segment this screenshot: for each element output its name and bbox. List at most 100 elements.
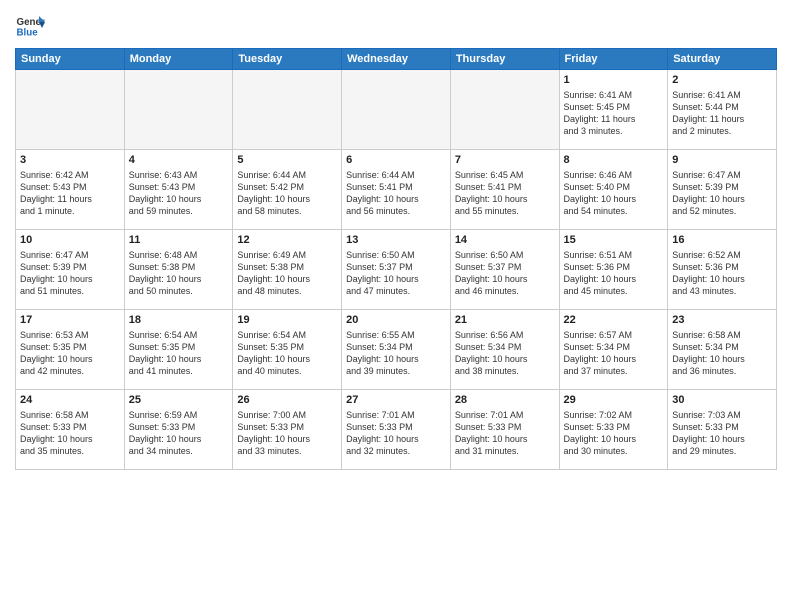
day-number: 5 [237,153,337,168]
day-info: Sunrise: 6:44 AM Sunset: 5:41 PM Dayligh… [346,169,446,218]
calendar-cell: 15Sunrise: 6:51 AM Sunset: 5:36 PM Dayli… [559,230,668,310]
calendar-cell: 24Sunrise: 6:58 AM Sunset: 5:33 PM Dayli… [16,390,125,470]
weekday-header-wednesday: Wednesday [342,49,451,70]
day-info: Sunrise: 6:56 AM Sunset: 5:34 PM Dayligh… [455,329,555,378]
day-info: Sunrise: 6:51 AM Sunset: 5:36 PM Dayligh… [564,249,664,298]
calendar-cell: 26Sunrise: 7:00 AM Sunset: 5:33 PM Dayli… [233,390,342,470]
calendar-table: SundayMondayTuesdayWednesdayThursdayFrid… [15,48,777,470]
week-row-4: 17Sunrise: 6:53 AM Sunset: 5:35 PM Dayli… [16,310,777,390]
calendar-cell: 22Sunrise: 6:57 AM Sunset: 5:34 PM Dayli… [559,310,668,390]
day-number: 15 [564,233,664,248]
day-info: Sunrise: 6:41 AM Sunset: 5:44 PM Dayligh… [672,89,772,138]
day-info: Sunrise: 6:55 AM Sunset: 5:34 PM Dayligh… [346,329,446,378]
logo: General Blue [15,10,45,40]
day-number: 21 [455,313,555,328]
day-info: Sunrise: 6:42 AM Sunset: 5:43 PM Dayligh… [20,169,120,218]
calendar-cell: 29Sunrise: 7:02 AM Sunset: 5:33 PM Dayli… [559,390,668,470]
weekday-header-thursday: Thursday [450,49,559,70]
weekday-header-monday: Monday [124,49,233,70]
day-number: 13 [346,233,446,248]
calendar-cell: 5Sunrise: 6:44 AM Sunset: 5:42 PM Daylig… [233,150,342,230]
calendar-cell: 13Sunrise: 6:50 AM Sunset: 5:37 PM Dayli… [342,230,451,310]
day-info: Sunrise: 7:01 AM Sunset: 5:33 PM Dayligh… [346,409,446,458]
calendar-cell: 1Sunrise: 6:41 AM Sunset: 5:45 PM Daylig… [559,70,668,150]
calendar-cell: 4Sunrise: 6:43 AM Sunset: 5:43 PM Daylig… [124,150,233,230]
day-number: 26 [237,393,337,408]
day-number: 20 [346,313,446,328]
day-number: 3 [20,153,120,168]
calendar-cell: 21Sunrise: 6:56 AM Sunset: 5:34 PM Dayli… [450,310,559,390]
day-info: Sunrise: 7:00 AM Sunset: 5:33 PM Dayligh… [237,409,337,458]
day-info: Sunrise: 6:54 AM Sunset: 5:35 PM Dayligh… [129,329,229,378]
day-number: 16 [672,233,772,248]
day-number: 19 [237,313,337,328]
day-number: 29 [564,393,664,408]
calendar-cell: 12Sunrise: 6:49 AM Sunset: 5:38 PM Dayli… [233,230,342,310]
day-info: Sunrise: 6:50 AM Sunset: 5:37 PM Dayligh… [346,249,446,298]
week-row-3: 10Sunrise: 6:47 AM Sunset: 5:39 PM Dayli… [16,230,777,310]
week-row-5: 24Sunrise: 6:58 AM Sunset: 5:33 PM Dayli… [16,390,777,470]
day-info: Sunrise: 6:59 AM Sunset: 5:33 PM Dayligh… [129,409,229,458]
day-number: 22 [564,313,664,328]
day-number: 7 [455,153,555,168]
day-number: 27 [346,393,446,408]
day-number: 4 [129,153,229,168]
day-info: Sunrise: 6:54 AM Sunset: 5:35 PM Dayligh… [237,329,337,378]
weekday-header-sunday: Sunday [16,49,125,70]
calendar-cell: 18Sunrise: 6:54 AM Sunset: 5:35 PM Dayli… [124,310,233,390]
day-number: 2 [672,73,772,88]
calendar-cell: 14Sunrise: 6:50 AM Sunset: 5:37 PM Dayli… [450,230,559,310]
calendar-cell [124,70,233,150]
day-info: Sunrise: 7:02 AM Sunset: 5:33 PM Dayligh… [564,409,664,458]
weekday-header-saturday: Saturday [668,49,777,70]
day-number: 6 [346,153,446,168]
calendar-cell: 27Sunrise: 7:01 AM Sunset: 5:33 PM Dayli… [342,390,451,470]
calendar-cell: 30Sunrise: 7:03 AM Sunset: 5:33 PM Dayli… [668,390,777,470]
day-number: 28 [455,393,555,408]
calendar-cell: 8Sunrise: 6:46 AM Sunset: 5:40 PM Daylig… [559,150,668,230]
calendar-cell: 28Sunrise: 7:01 AM Sunset: 5:33 PM Dayli… [450,390,559,470]
calendar-cell: 20Sunrise: 6:55 AM Sunset: 5:34 PM Dayli… [342,310,451,390]
day-info: Sunrise: 6:47 AM Sunset: 5:39 PM Dayligh… [672,169,772,218]
day-number: 25 [129,393,229,408]
day-info: Sunrise: 7:03 AM Sunset: 5:33 PM Dayligh… [672,409,772,458]
day-number: 9 [672,153,772,168]
weekday-header-row: SundayMondayTuesdayWednesdayThursdayFrid… [16,49,777,70]
day-info: Sunrise: 6:58 AM Sunset: 5:33 PM Dayligh… [20,409,120,458]
day-number: 17 [20,313,120,328]
day-number: 30 [672,393,772,408]
calendar-cell [450,70,559,150]
logo-icon: General Blue [15,10,45,40]
day-number: 11 [129,233,229,248]
calendar-cell: 25Sunrise: 6:59 AM Sunset: 5:33 PM Dayli… [124,390,233,470]
day-number: 10 [20,233,120,248]
day-info: Sunrise: 7:01 AM Sunset: 5:33 PM Dayligh… [455,409,555,458]
day-info: Sunrise: 6:49 AM Sunset: 5:38 PM Dayligh… [237,249,337,298]
day-info: Sunrise: 6:45 AM Sunset: 5:41 PM Dayligh… [455,169,555,218]
weekday-header-tuesday: Tuesday [233,49,342,70]
weekday-header-friday: Friday [559,49,668,70]
day-info: Sunrise: 6:43 AM Sunset: 5:43 PM Dayligh… [129,169,229,218]
day-number: 24 [20,393,120,408]
page-header: General Blue [15,10,777,40]
day-number: 12 [237,233,337,248]
day-number: 23 [672,313,772,328]
day-number: 14 [455,233,555,248]
day-info: Sunrise: 6:47 AM Sunset: 5:39 PM Dayligh… [20,249,120,298]
calendar-cell [16,70,125,150]
calendar-cell: 9Sunrise: 6:47 AM Sunset: 5:39 PM Daylig… [668,150,777,230]
day-info: Sunrise: 6:48 AM Sunset: 5:38 PM Dayligh… [129,249,229,298]
day-number: 8 [564,153,664,168]
calendar-cell: 17Sunrise: 6:53 AM Sunset: 5:35 PM Dayli… [16,310,125,390]
day-info: Sunrise: 6:44 AM Sunset: 5:42 PM Dayligh… [237,169,337,218]
calendar-cell: 10Sunrise: 6:47 AM Sunset: 5:39 PM Dayli… [16,230,125,310]
calendar-cell [233,70,342,150]
day-info: Sunrise: 6:46 AM Sunset: 5:40 PM Dayligh… [564,169,664,218]
calendar-cell: 3Sunrise: 6:42 AM Sunset: 5:43 PM Daylig… [16,150,125,230]
calendar-cell: 16Sunrise: 6:52 AM Sunset: 5:36 PM Dayli… [668,230,777,310]
calendar-cell: 2Sunrise: 6:41 AM Sunset: 5:44 PM Daylig… [668,70,777,150]
calendar-cell: 6Sunrise: 6:44 AM Sunset: 5:41 PM Daylig… [342,150,451,230]
day-info: Sunrise: 6:57 AM Sunset: 5:34 PM Dayligh… [564,329,664,378]
day-info: Sunrise: 6:58 AM Sunset: 5:34 PM Dayligh… [672,329,772,378]
day-info: Sunrise: 6:53 AM Sunset: 5:35 PM Dayligh… [20,329,120,378]
